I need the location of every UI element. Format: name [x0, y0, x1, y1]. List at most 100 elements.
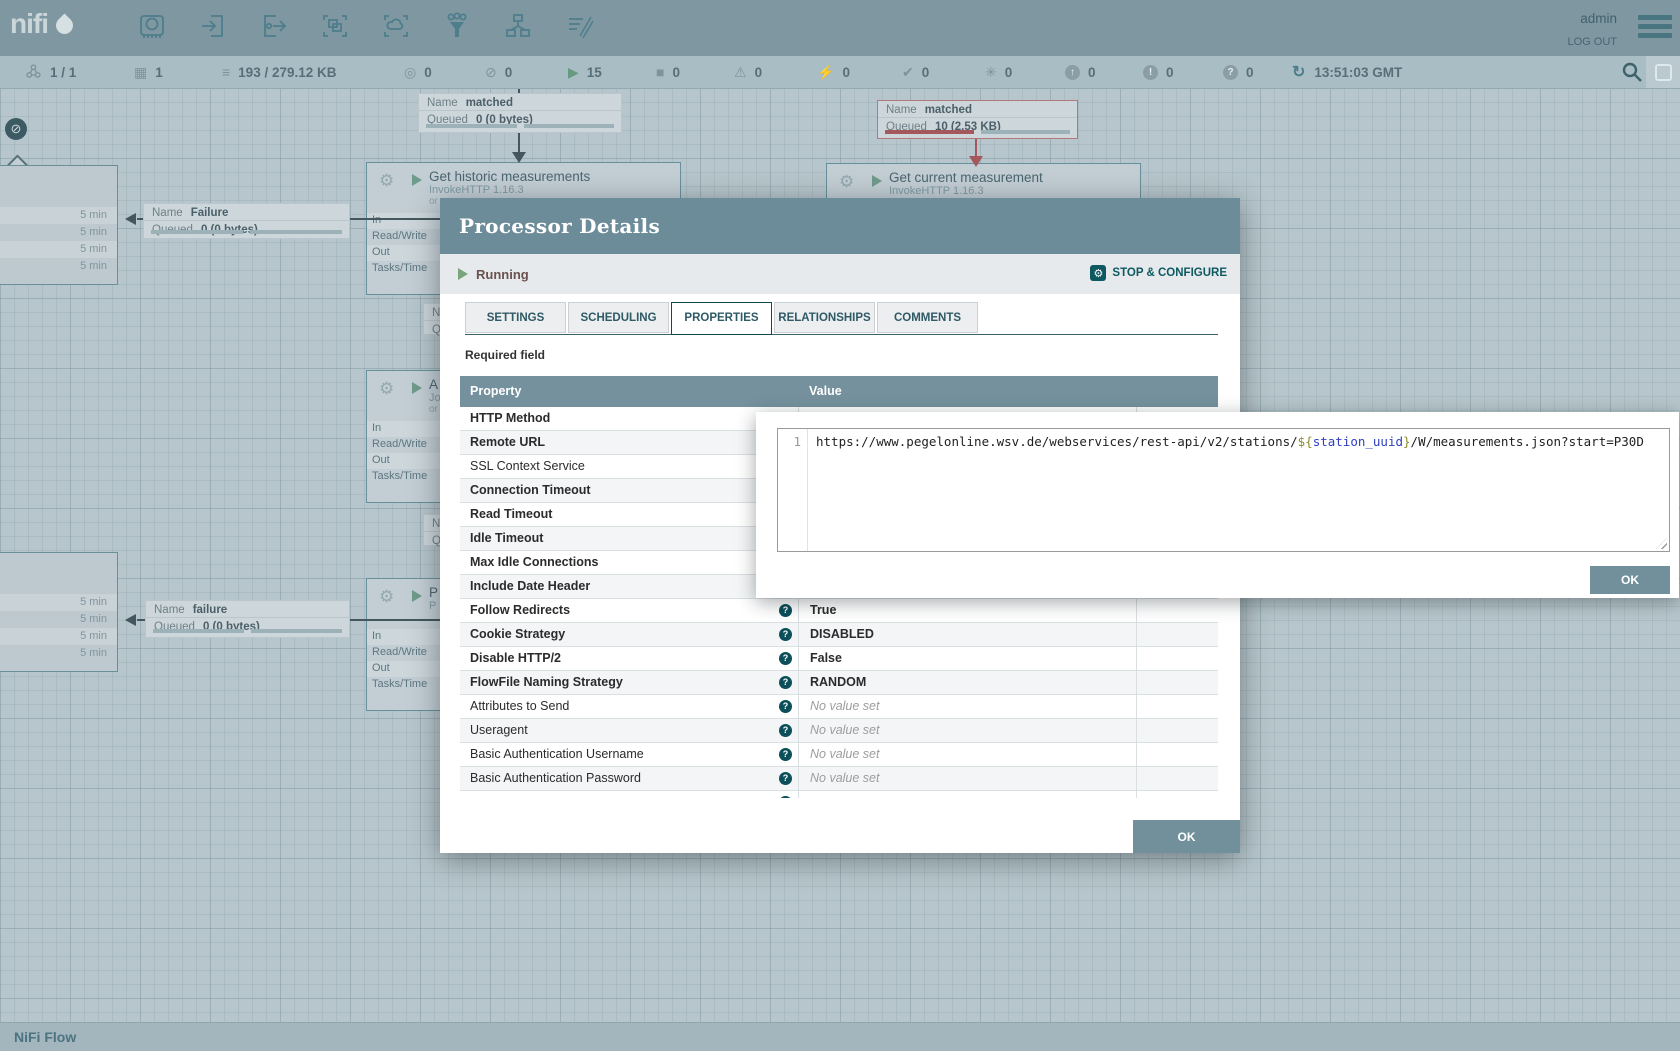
status-item-transmitting: ◎0 [404, 56, 432, 88]
panel-icon [1655, 64, 1672, 81]
processor-bundle: or [429, 196, 438, 207]
user-box: admin LOG OUT [1567, 9, 1617, 53]
property-name-cell: Useragent? [460, 719, 798, 742]
nifi-logo: nifi [10, 8, 73, 40]
property-help-icon[interactable]: ? [779, 796, 792, 798]
funnel-icon[interactable] [442, 11, 472, 41]
component-toolbar [137, 11, 594, 41]
connection-name-value: Failure [191, 207, 229, 219]
invalid-count: 0 [755, 65, 763, 80]
property-row: Follow Redirects?True [460, 599, 1218, 623]
processor-bundle: or [429, 404, 438, 415]
property-help-icon[interactable]: ? [779, 748, 792, 761]
resize-handle[interactable] [1656, 538, 1667, 549]
property-extra-cell [1136, 647, 1218, 670]
property-column-header: Property [460, 376, 798, 407]
remote-process-group-icon[interactable] [381, 11, 411, 41]
property-help-icon[interactable]: ? [779, 652, 792, 665]
search-icon[interactable] [1620, 60, 1644, 84]
connection-arrow-left-icon [125, 213, 136, 225]
processor-stats: 5 min 5 min 5 min 5 min [0, 207, 117, 275]
invalid-icon: ⚠ [734, 65, 747, 79]
status-item-stale: ↑0 [1065, 56, 1096, 88]
process-group-icon[interactable] [320, 11, 350, 41]
processor-type: P [429, 600, 436, 612]
connection-name-key: Name [154, 604, 185, 616]
property-row: Disable HTTP/2?False [460, 647, 1218, 671]
processor-name: Get historic measurements [429, 169, 590, 184]
dialog-status-row: Running ⚙ STOP & CONFIGURE [440, 254, 1240, 294]
breadcrumb[interactable]: NiFi Flow [14, 1029, 76, 1045]
global-menu-icon[interactable] [1638, 15, 1672, 42]
property-help-icon[interactable]: ? [779, 772, 792, 785]
running-status-icon [412, 382, 422, 394]
connection-arrow-icon [512, 152, 526, 163]
property-row: Useragent?No value set [460, 719, 1218, 743]
operate-panel-button[interactable] [1646, 56, 1680, 88]
property-help-icon[interactable]: ? [779, 700, 792, 713]
remote-groups-count: 1 [155, 65, 163, 80]
status-item-locally-modified-stale: !0 [1143, 56, 1174, 88]
processor-name: P [429, 585, 438, 600]
connection-line-red[interactable] [975, 138, 977, 156]
connection-progress-bars [885, 130, 1070, 134]
tab-relationships[interactable]: RELATIONSHIPS [774, 302, 875, 333]
property-value-cell: DISABLED [798, 623, 1136, 646]
input-port-icon[interactable] [198, 11, 228, 41]
output-port-icon[interactable] [259, 11, 289, 41]
status-item-queued: ≡193 / 279.12 KB [222, 56, 337, 88]
connection-progress-bars [151, 230, 342, 234]
label-icon[interactable] [564, 11, 594, 41]
tab-comments[interactable]: COMMENTS [877, 302, 978, 333]
property-help-icon[interactable]: ? [779, 676, 792, 689]
property-value-cell [798, 791, 1136, 798]
tab-settings[interactable]: SETTINGS [465, 302, 566, 333]
running-count: 15 [587, 65, 602, 80]
processor-type-icon: ⚙ [379, 587, 394, 607]
editor-ok-button[interactable]: OK [1590, 566, 1670, 594]
dialog-ok-button[interactable]: OK [1133, 820, 1240, 853]
property-extra-cell [1136, 767, 1218, 790]
connection-arrow-red-icon [969, 156, 983, 167]
gear-icon: ⚙ [1090, 265, 1106, 281]
refresh-block[interactable]: ↻ 13:51:03 GMT [1292, 56, 1402, 88]
connection-name-value: matched [925, 104, 972, 116]
property-extra-cell [1136, 695, 1218, 718]
canvas-badge-icon[interactable]: ⊘ [5, 118, 27, 140]
template-icon[interactable] [503, 11, 533, 41]
property-help-icon[interactable]: ? [779, 724, 792, 737]
property-name-cell: Basic Authentication Password? [460, 767, 798, 790]
processor-icon[interactable] [137, 11, 167, 41]
running-status-icon [458, 268, 468, 280]
processor-left-edge-lower[interactable]: 5 min 5 min 5 min 5 min [0, 552, 118, 672]
locally-modified-icon: ✳ [985, 65, 997, 79]
property-value-cell: No value set [798, 695, 1136, 718]
remote-url-value[interactable]: https://www.pegelonline.wsv.de/webservic… [808, 429, 1650, 551]
running-status-icon [412, 174, 422, 186]
property-extra-cell [1136, 791, 1218, 798]
nifi-logo-text: nifi [10, 8, 48, 40]
connection-label-matched-top[interactable]: Name matched Queued 0 (0 bytes) [418, 93, 622, 133]
status-item-sync-failure: ?0 [1223, 56, 1254, 88]
property-extra-cell [1136, 719, 1218, 742]
dialog-tabs: SETTINGSSCHEDULINGPROPERTIESRELATIONSHIP… [465, 302, 1218, 335]
logout-link[interactable]: LOG OUT [1567, 34, 1617, 52]
refresh-icon[interactable]: ↻ [1292, 62, 1305, 82]
not-transmitting-count: 0 [505, 65, 513, 80]
property-value-cell: No value set [798, 719, 1136, 742]
connection-label-failure-lower[interactable]: Name failure Queued 0 (0 bytes) [145, 600, 350, 638]
property-help-icon[interactable]: ? [779, 628, 792, 641]
connection-label-failure-upper[interactable]: Name Failure Queued 0 (0 bytes) [143, 203, 350, 239]
stop-and-configure-button[interactable]: ⚙ STOP & CONFIGURE [1090, 265, 1227, 281]
processor-left-edge-upper[interactable]: 5 min 5 min 5 min 5 min [0, 165, 118, 285]
processor-stats: 5 min 5 min 5 min 5 min [0, 594, 117, 662]
property-row: Basic Authentication Username?No value s… [460, 743, 1218, 767]
value-editor-textarea[interactable]: 1 https://www.pegelonline.wsv.de/webserv… [777, 428, 1670, 552]
connection-label-matched-right[interactable]: Name matched Queued 10 (2.53 KB) [877, 100, 1078, 139]
tab-properties[interactable]: PROPERTIES [671, 302, 772, 335]
processor-type: InvokeHTTP 1.16.3 [889, 185, 984, 197]
property-name-cell: SSL Context Service? [460, 455, 798, 478]
last-refreshed-time: 13:51:03 GMT [1314, 65, 1402, 80]
tab-scheduling[interactable]: SCHEDULING [568, 302, 669, 333]
property-help-icon[interactable]: ? [779, 604, 792, 617]
